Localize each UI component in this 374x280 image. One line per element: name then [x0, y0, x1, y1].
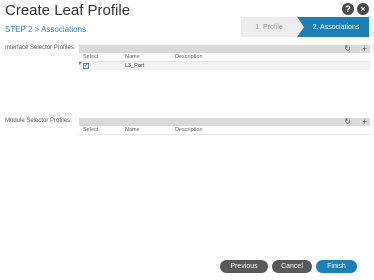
column-description: Description	[175, 127, 203, 133]
close-icon[interactable]: ×	[357, 3, 369, 15]
add-icon[interactable]: +	[362, 117, 367, 127]
cancel-button[interactable]: Cancel	[272, 260, 312, 273]
interface-selector-toolbar: ↻ +	[79, 44, 370, 54]
refresh-icon[interactable]: ↻	[344, 44, 351, 54]
column-name: Name	[125, 54, 140, 60]
previous-button[interactable]: Previous	[220, 260, 268, 273]
row-name: L3_Port	[125, 63, 145, 69]
column-select: Select	[83, 127, 99, 133]
module-selector-label: Module Selector Profiles:	[5, 118, 72, 124]
required-marker	[79, 62, 82, 65]
wizard-step-profile[interactable]: 1. Profile	[241, 17, 297, 37]
module-selector-toolbar: ↻ +	[79, 117, 370, 127]
column-description: Description	[175, 54, 203, 60]
select-checkbox[interactable]: ✓	[83, 63, 89, 69]
wizard-steps: 1. Profile 2. Associations	[241, 17, 369, 37]
wizard-step-associations[interactable]: 2. Associations	[297, 17, 369, 37]
help-icon[interactable]: ?	[342, 3, 354, 15]
add-icon[interactable]: +	[362, 44, 367, 54]
table-row[interactable]: ✓ L3_Port	[79, 62, 370, 70]
dialog-title: Create Leaf Profile	[5, 2, 131, 19]
finish-button[interactable]: Finish	[316, 260, 357, 273]
header-icons: ? ×	[342, 3, 369, 15]
interface-selector-panel: ↻ + Select Name Description ✓ L3_Port	[79, 44, 370, 70]
column-name: Name	[125, 127, 140, 133]
column-select: Select	[83, 54, 99, 60]
footer-buttons: Previous Cancel Finish	[220, 260, 357, 273]
refresh-icon[interactable]: ↻	[344, 117, 351, 127]
wizard-step-divider	[297, 17, 304, 37]
interface-selector-label: Interface Selector Profiles:	[5, 45, 76, 51]
table-header: Select Name Description	[79, 53, 370, 62]
table-header: Select Name Description	[79, 126, 370, 135]
module-selector-panel: ↻ + Select Name Description	[79, 117, 370, 135]
step-indicator: STEP 2 > Associations	[5, 25, 87, 34]
